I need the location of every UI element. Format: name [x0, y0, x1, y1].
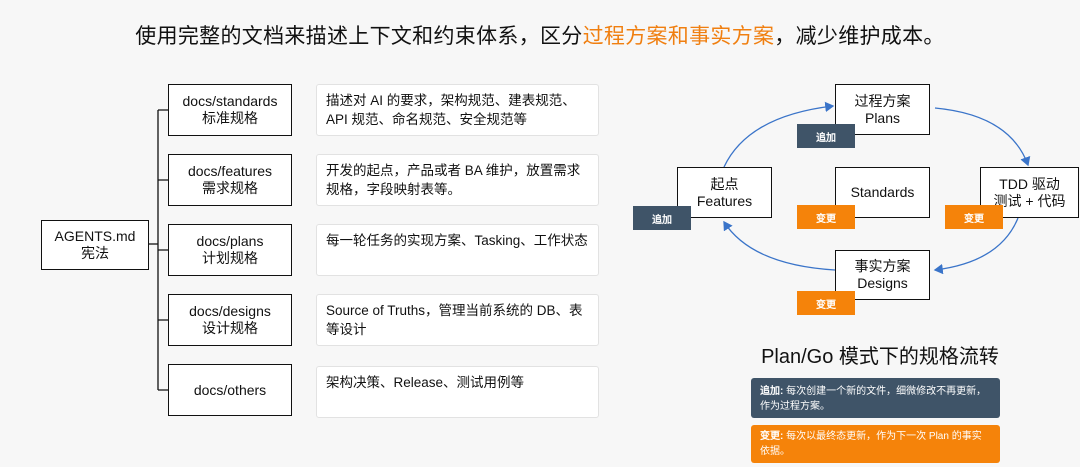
node-line: 过程方案: [854, 92, 911, 109]
tree-lines: [149, 109, 168, 391]
legend-change-text: 每次以最终态更新，作为下一次 Plan 的事实依据。: [760, 431, 982, 457]
legend-add-text: 每次创建一个新的文件，细微修改不再更新，作为过程方案。: [760, 386, 987, 412]
doc-box-features: docs/features 需求规格: [168, 154, 292, 206]
agents-md-subtitle: 宪法: [81, 245, 109, 261]
legend-add-key: 追加:: [760, 386, 784, 397]
legend-change-key: 变更:: [760, 431, 784, 442]
arc-plans-to-tdd: [934, 107, 1031, 167]
doc-desc-features: 开发的起点，产品或者 BA 维护，放置需求规格，字段映射表等。: [316, 154, 599, 206]
doc-path: docs/designs: [189, 303, 271, 319]
doc-path: docs/features: [187, 163, 273, 179]
agents-md-box: AGENTS.md 宪法: [41, 220, 149, 270]
doc-label: 标准规格: [202, 110, 258, 126]
doc-path: docs/others: [193, 381, 267, 398]
doc-label: 设计规格: [202, 320, 258, 336]
doc-box-designs: docs/designs 设计规格: [168, 294, 292, 346]
doc-desc-others: 架构决策、Release、测试用例等: [316, 366, 599, 418]
tag-add-features: 追加: [633, 206, 691, 230]
cycle-node-features: 起点 Features: [677, 167, 772, 218]
doc-box-plans: docs/plans 计划规格: [168, 224, 292, 276]
tag-change-tdd: 变更: [945, 205, 1003, 229]
flow-title: Plan/Go 模式下的规格流转: [761, 346, 999, 368]
doc-path: docs/standards: [182, 93, 278, 109]
node-line: Standards: [850, 184, 915, 200]
node-line: Designs: [857, 275, 908, 291]
tag-add-plans: 追加: [797, 124, 855, 148]
doc-label: 计划规格: [202, 250, 258, 266]
legend-change: 变更: 每次以最终态更新，作为下一次 Plan 的事实依据。: [751, 425, 1000, 463]
tag-change-designs: 变更: [797, 291, 855, 315]
doc-box-standards: docs/standards 标准规格: [168, 84, 292, 136]
doc-label: 需求规格: [202, 180, 258, 196]
tag-change-standards: 变更: [797, 205, 855, 229]
doc-desc-plans: 每一轮任务的实现方案、Tasking、工作状态: [316, 224, 599, 276]
node-line: 测试 + 代码: [993, 192, 1066, 209]
node-line: Features: [696, 192, 753, 209]
doc-path: docs/plans: [196, 233, 264, 249]
node-line: 起点: [710, 175, 739, 192]
agents-md-title: AGENTS.md: [54, 228, 136, 244]
doc-desc-designs: Source of Truths，管理当前系统的 DB、表等设计: [316, 294, 599, 346]
legend-add: 追加: 每次创建一个新的文件，细微修改不再更新，作为过程方案。: [751, 378, 1000, 418]
doc-desc-standards: 描述对 AI 的要求，架构规范、建表规范、API 规范、命名规范、安全规范等: [316, 84, 599, 136]
node-line: Plans: [864, 109, 901, 126]
node-line: 事实方案: [854, 258, 911, 274]
doc-box-others: docs/others: [168, 364, 292, 416]
node-line: TDD 驱动: [999, 175, 1060, 192]
arc-designs-to-features: [723, 220, 836, 271]
